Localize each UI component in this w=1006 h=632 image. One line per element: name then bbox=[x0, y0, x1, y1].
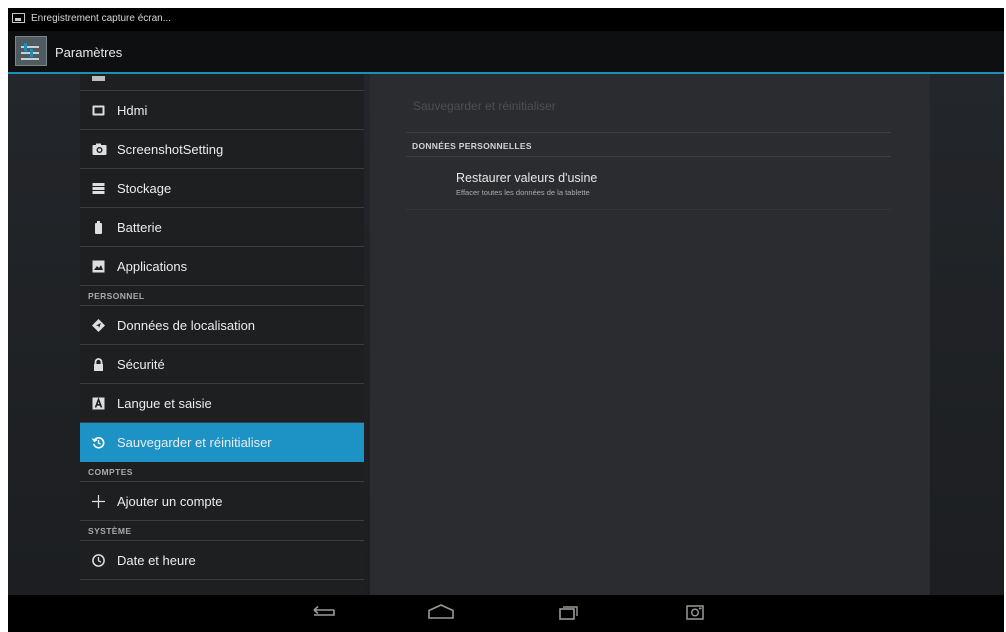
clock-icon bbox=[92, 554, 105, 567]
sidebar-item-label: ScreenshotSetting bbox=[117, 142, 224, 157]
sidebar-item-label: Langue et saisie bbox=[117, 396, 212, 411]
screenshot-icon bbox=[686, 605, 704, 620]
section-header-comptes: COMPTES bbox=[80, 462, 364, 482]
factory-reset-item[interactable]: Restaurer valeurs d'usine Effacer toutes… bbox=[406, 164, 891, 210]
list-item-partial[interactable] bbox=[80, 74, 364, 91]
sidebar-item-label: Hdmi bbox=[117, 103, 148, 118]
sidebar-item-label: Applications bbox=[117, 259, 188, 274]
sidebar-item-label: Batterie bbox=[117, 220, 162, 235]
camera-icon bbox=[92, 143, 107, 156]
home-icon bbox=[428, 604, 454, 619]
settings-list[interactable]: Hdmi ScreenshotSetting Stockage Batterie bbox=[80, 74, 364, 595]
section-header-personal-data: DONNÉES PERSONNELLES bbox=[406, 132, 891, 157]
sidebar-item-label: Sécurité bbox=[117, 357, 165, 372]
sidebar-item-security[interactable]: Sécurité bbox=[80, 345, 364, 384]
sidebar-item-add-account[interactable]: Ajouter un compte bbox=[80, 482, 364, 521]
sidebar-item-screenshot-setting[interactable]: ScreenshotSetting bbox=[80, 130, 364, 169]
sidebar-item-applications[interactable]: Applications bbox=[80, 247, 364, 286]
section-header-personnel: PERSONNEL bbox=[80, 286, 364, 306]
applications-icon bbox=[92, 260, 105, 273]
sidebar-item-date-time[interactable]: Date et heure bbox=[80, 541, 364, 580]
app-title: Paramètres bbox=[55, 45, 123, 60]
location-icon bbox=[92, 319, 105, 332]
section-header-systeme: SYSTÈME bbox=[80, 521, 364, 541]
sidebar-item-label: Date et heure bbox=[117, 553, 196, 568]
action-bar: Paramètres bbox=[8, 31, 1004, 74]
storage-icon bbox=[92, 182, 105, 195]
sidebar-item-hdmi[interactable]: Hdmi bbox=[80, 91, 364, 130]
factory-reset-subtitle: Effacer toutes les données de la tablett… bbox=[456, 188, 590, 197]
sidebar-item-label: Ajouter un compte bbox=[117, 494, 223, 509]
back-icon bbox=[313, 605, 335, 616]
recent-apps-button[interactable] bbox=[542, 595, 592, 632]
language-icon bbox=[92, 397, 105, 410]
plus-icon bbox=[92, 495, 105, 508]
back-button[interactable] bbox=[298, 595, 348, 632]
sidebar-item-location[interactable]: Données de localisation bbox=[80, 306, 364, 345]
home-button[interactable] bbox=[416, 595, 466, 632]
sidebar-item-backup-reset[interactable]: Sauvegarder et réinitialiser bbox=[80, 423, 364, 462]
lock-icon bbox=[92, 358, 105, 371]
section-header-label: DONNÉES PERSONNELLES bbox=[412, 141, 532, 151]
screen: Enregistrement capture écran... Paramètr… bbox=[8, 8, 1004, 632]
detail-pane: Sauvegarder et réinitialiser DONNÉES PER… bbox=[370, 74, 930, 595]
screenshot-notification-icon bbox=[12, 13, 25, 23]
section-header-label: SYSTÈME bbox=[88, 526, 132, 536]
section-header-label: PERSONNEL bbox=[88, 291, 145, 301]
sidebar-item-battery[interactable]: Batterie bbox=[80, 208, 364, 247]
partial-item-icon bbox=[92, 74, 105, 83]
screenshot-button[interactable] bbox=[670, 595, 720, 632]
settings-app-icon[interactable] bbox=[15, 36, 47, 66]
battery-icon bbox=[92, 221, 105, 234]
hdmi-icon bbox=[92, 104, 105, 117]
content-area: Hdmi ScreenshotSetting Stockage Batterie bbox=[8, 74, 1004, 595]
sidebar-item-label: Données de localisation bbox=[117, 318, 256, 333]
sidebar-item-storage[interactable]: Stockage bbox=[80, 169, 364, 208]
sidebar-item-label: Stockage bbox=[117, 181, 172, 196]
section-header-label: COMPTES bbox=[88, 467, 133, 477]
sidebar-item-label: Sauvegarder et réinitialiser bbox=[117, 435, 272, 450]
backup-restore-icon bbox=[91, 436, 105, 449]
navigation-bar bbox=[8, 595, 1004, 632]
factory-reset-title: Restaurer valeurs d'usine bbox=[456, 171, 598, 185]
notification-text: Enregistrement capture écran... bbox=[31, 13, 172, 24]
status-bar[interactable]: Enregistrement capture écran... bbox=[8, 8, 1004, 31]
sidebar-item-language[interactable]: Langue et saisie bbox=[80, 384, 364, 423]
recent-apps-icon bbox=[559, 606, 578, 620]
detail-title: Sauvegarder et réinitialiser bbox=[413, 99, 556, 113]
